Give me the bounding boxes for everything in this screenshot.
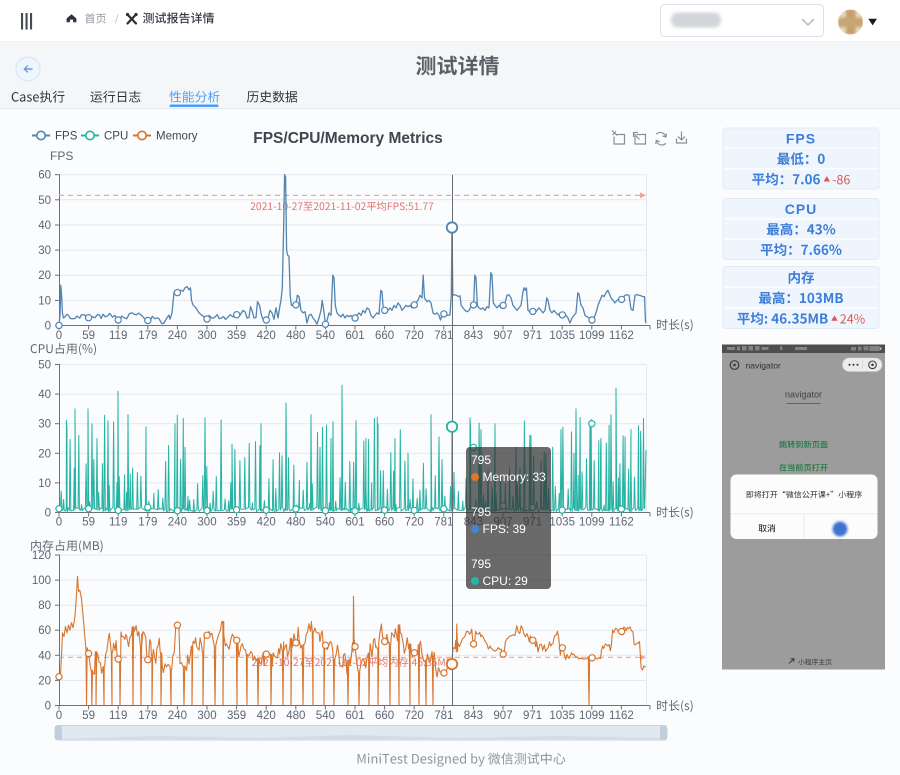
svg-text:20: 20 (38, 270, 51, 282)
svg-text:907: 907 (493, 710, 512, 722)
svg-text:179: 179 (138, 330, 157, 342)
svg-text:540: 540 (316, 330, 335, 342)
svg-text:1099: 1099 (579, 710, 605, 722)
svg-text:50: 50 (38, 195, 51, 207)
svg-text:FPS: FPS (50, 149, 73, 163)
svg-text:240: 240 (168, 517, 187, 529)
svg-text:1162: 1162 (609, 330, 634, 342)
svg-text:1099: 1099 (579, 517, 605, 529)
svg-text:971: 971 (523, 330, 542, 342)
svg-text:480: 480 (286, 517, 305, 529)
svg-text:100: 100 (32, 575, 51, 587)
svg-text:0: 0 (45, 701, 51, 713)
svg-text:0: 0 (56, 710, 62, 722)
svg-text:660: 660 (375, 517, 394, 529)
svg-text:179: 179 (138, 710, 157, 722)
svg-text:59: 59 (82, 710, 95, 722)
svg-text:179: 179 (138, 517, 157, 529)
svg-text:1099: 1099 (579, 330, 605, 342)
svg-text:20: 20 (38, 448, 51, 460)
svg-text:720: 720 (405, 330, 424, 342)
svg-text:FPS/CPU/Memory Metrics: FPS/CPU/Memory Metrics (253, 130, 443, 147)
svg-text:240: 240 (168, 330, 187, 342)
svg-text:30: 30 (38, 419, 51, 431)
svg-text:971: 971 (523, 710, 542, 722)
svg-text:/: / (115, 12, 119, 26)
svg-text:60: 60 (38, 625, 51, 637)
svg-text:660: 660 (375, 710, 394, 722)
svg-text:720: 720 (405, 710, 424, 722)
svg-text:80: 80 (38, 600, 51, 612)
svg-text:601: 601 (345, 330, 364, 342)
svg-text:40: 40 (38, 650, 51, 662)
svg-text:480: 480 (286, 330, 305, 342)
svg-text:540: 540 (316, 517, 335, 529)
svg-text:781: 781 (434, 517, 453, 529)
svg-text:CPU: CPU (785, 201, 818, 217)
svg-text:480: 480 (286, 710, 305, 722)
svg-text:601: 601 (345, 710, 364, 722)
svg-text:0: 0 (45, 508, 51, 520)
svg-text:40: 40 (38, 220, 51, 232)
svg-text:420: 420 (257, 710, 276, 722)
svg-text:359: 359 (227, 710, 246, 722)
svg-text:119: 119 (109, 517, 127, 529)
svg-text:60: 60 (38, 170, 51, 182)
svg-text:20: 20 (38, 675, 51, 687)
svg-text:FPS: FPS (786, 131, 816, 147)
svg-text:10: 10 (38, 478, 51, 490)
svg-text:781: 781 (434, 710, 453, 722)
svg-text:FPS: FPS (55, 131, 78, 143)
svg-text:660: 660 (375, 330, 394, 342)
svg-text:Memory: Memory (156, 131, 198, 143)
svg-text:907: 907 (493, 330, 512, 342)
svg-text:300: 300 (197, 517, 216, 529)
svg-text:30: 30 (38, 245, 51, 257)
svg-text:120: 120 (32, 550, 51, 562)
svg-text:1035: 1035 (549, 330, 575, 342)
svg-text:300: 300 (197, 330, 216, 342)
svg-text:300: 300 (197, 710, 216, 722)
svg-text:781: 781 (434, 330, 453, 342)
svg-text:601: 601 (345, 517, 364, 529)
svg-text:navigator: navigator (785, 390, 822, 400)
svg-text:1162: 1162 (609, 710, 634, 722)
svg-text:navigator: navigator (746, 360, 781, 370)
svg-text:CPU: CPU (104, 131, 128, 143)
svg-text:420: 420 (257, 517, 276, 529)
svg-text:0: 0 (45, 321, 51, 333)
svg-text:59: 59 (82, 330, 95, 342)
svg-text:119: 119 (109, 710, 127, 722)
svg-text:420: 420 (257, 330, 276, 342)
svg-text:50: 50 (38, 360, 51, 372)
svg-text:359: 359 (227, 517, 246, 529)
svg-text:40: 40 (38, 389, 51, 401)
svg-text:843: 843 (464, 330, 483, 342)
svg-text:0: 0 (56, 330, 62, 342)
svg-text:0: 0 (56, 517, 62, 529)
svg-text:359: 359 (227, 330, 246, 342)
svg-text:59: 59 (82, 517, 95, 529)
svg-text:1162: 1162 (609, 517, 634, 529)
svg-text:10: 10 (38, 295, 51, 307)
svg-text:119: 119 (109, 330, 127, 342)
svg-text:1035: 1035 (549, 710, 575, 722)
svg-text:240: 240 (168, 710, 187, 722)
svg-text:843: 843 (464, 710, 483, 722)
svg-text:540: 540 (316, 710, 335, 722)
svg-text:720: 720 (405, 517, 424, 529)
svg-text:1035: 1035 (549, 517, 575, 529)
